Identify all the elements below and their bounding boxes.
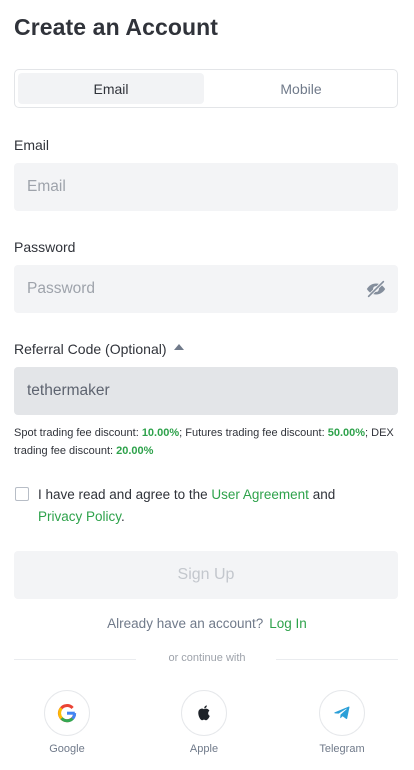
caret-up-icon[interactable] [174,344,184,350]
apple-icon [181,690,227,736]
tab-email[interactable]: Email [18,73,204,104]
futures-discount-value: 50.00% [327,427,366,439]
signup-method-tabs: Email Mobile [14,69,398,108]
email-input[interactable] [14,163,398,211]
user-agreement-link[interactable]: User Agreement [211,487,309,502]
telegram-label: Telegram [319,743,365,755]
google-signin-button[interactable]: Google [27,690,107,755]
login-prompt: Already have an account? Log In [0,616,414,631]
telegram-signin-button[interactable]: Telegram [302,690,382,755]
fee-discount-info: Spot trading fee discount: 10.00%; Futur… [14,424,404,460]
log-in-link[interactable]: Log In [269,616,307,631]
dex-discount-value: 20.00% [116,445,154,457]
tab-mobile[interactable]: Mobile [208,73,394,104]
spot-discount-label: Spot trading fee discount: [14,427,142,439]
agreement-middle: and [308,487,336,502]
futures-discount-label: ; Futures trading fee discount: [179,427,328,439]
apple-label: Apple [189,743,219,755]
telegram-icon [319,690,365,736]
password-input[interactable] [14,265,398,313]
email-label: Email [14,137,50,153]
agreement-suffix: . [121,509,125,524]
spot-discount-value: 10.00% [141,427,180,439]
agreement-checkbox[interactable] [15,487,29,501]
google-icon [44,690,90,736]
login-prompt-text: Already have an account? [107,616,264,631]
page-title: Create an Account [14,14,219,40]
divider-right [276,659,398,660]
password-label: Password [14,239,76,255]
google-label: Google [49,743,85,755]
agreement-text: I have read and agree to the User Agreem… [38,484,378,528]
referral-label[interactable]: Referral Code (Optional) [14,341,167,357]
referral-code-field: tethermaker [14,367,398,415]
privacy-policy-link[interactable]: Privacy Policy [38,509,121,524]
eye-off-icon[interactable] [365,278,387,300]
sign-up-button[interactable]: Sign Up [14,551,398,599]
agreement-prefix: I have read and agree to the [38,487,212,502]
apple-signin-button[interactable]: Apple [164,690,244,755]
continue-with-label: or continue with [168,652,246,664]
